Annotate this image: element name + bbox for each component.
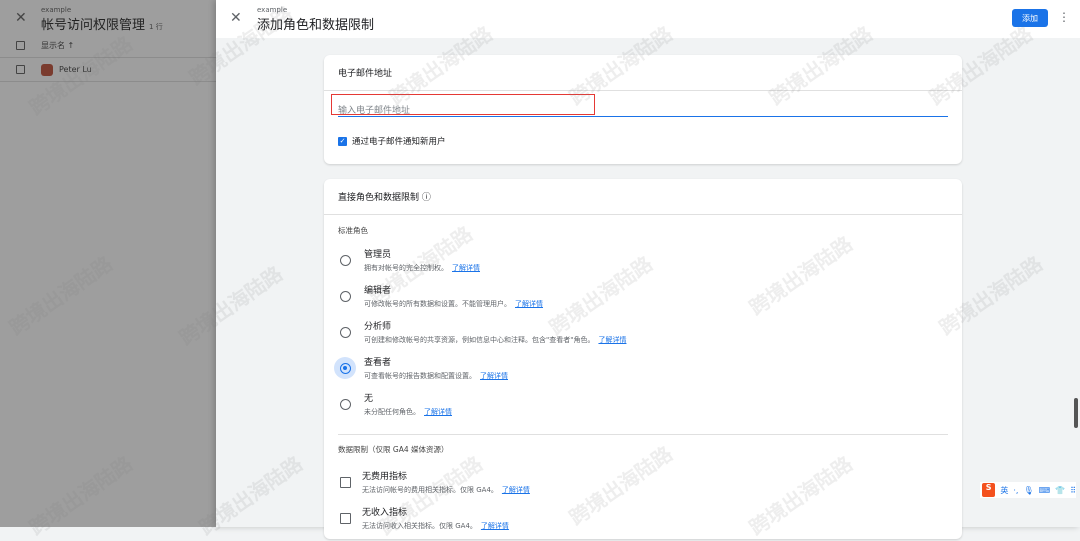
column-header-display-name[interactable]: 显示名 ↑ <box>41 40 74 51</box>
table-header: 显示名 ↑ <box>0 34 216 58</box>
notify-label: 通过电子邮件通知新用户 <box>352 137 446 147</box>
role-name: 查看者 <box>364 358 392 368</box>
sogou-logo: S <box>982 483 996 497</box>
role-desc: 可查看帐号的报告数据和配置设置。 <box>364 372 476 380</box>
learn-more-link[interactable]: 了解详情 <box>481 522 509 530</box>
learn-more-link[interactable]: 了解详情 <box>502 486 530 494</box>
role-desc: 拥有对帐号的完全控制权。 <box>364 264 448 272</box>
skin-icon[interactable]: 👕 <box>1055 486 1065 495</box>
role-desc: 未分配任何角色。 <box>364 408 420 416</box>
mic-icon[interactable]: 🎙 <box>1023 486 1033 495</box>
select-all-checkbox[interactable] <box>16 41 25 50</box>
restriction-option[interactable]: 无收入指标无法访问收入相关指标。仅限 GA4。 了解详情 <box>334 505 509 531</box>
scrollbar[interactable] <box>1074 398 1078 428</box>
panel-title: 帐号访问权限管理 1 行 <box>41 18 163 33</box>
panel-subtitle: example <box>41 6 72 14</box>
divider <box>338 434 948 435</box>
role-option[interactable]: 查看者可查看帐号的报告数据和配置设置。 了解详情 <box>334 355 508 381</box>
dialog-header: ✕ example 添加角色和数据限制 添加 ⋮ <box>216 0 1080 38</box>
row-checkbox[interactable] <box>16 65 25 74</box>
highlight-box <box>331 94 595 115</box>
learn-more-link[interactable]: 了解详情 <box>515 300 543 308</box>
notify-checkbox[interactable]: ✓ 通过电子邮件通知新用户 <box>338 135 446 147</box>
punct-icon[interactable]: ·, <box>1013 486 1018 495</box>
restriction-name: 无收入指标 <box>362 508 408 518</box>
restriction-desc: 无法访问帐号的费用相关指标。仅限 GA4。 <box>362 486 498 494</box>
role-option[interactable]: 管理员拥有对帐号的完全控制权。 了解详情 <box>334 247 480 273</box>
restriction-option[interactable]: 无费用指标无法访问帐号的费用相关指标。仅限 GA4。 了解详情 <box>334 469 530 495</box>
learn-more-link[interactable]: 了解详情 <box>480 372 508 380</box>
roles-card-title: 直接角色和数据限制 ⓘ <box>324 179 962 215</box>
radio-button[interactable] <box>334 321 356 343</box>
role-option[interactable]: 无未分配任何角色。 了解详情 <box>334 391 452 417</box>
ime-lang[interactable]: 英 <box>1000 485 1008 496</box>
radio-button[interactable] <box>334 285 356 307</box>
add-button[interactable]: 添加 <box>1012 9 1048 27</box>
radio-button[interactable] <box>334 393 356 415</box>
role-name: 无 <box>364 394 374 404</box>
checkbox[interactable] <box>340 476 351 488</box>
role-name: 编辑者 <box>364 286 392 296</box>
check-icon: ✓ <box>338 136 347 146</box>
radio-button[interactable] <box>334 249 356 271</box>
more-vert-icon[interactable]: ⋮ <box>1058 10 1070 24</box>
table-row[interactable]: Peter Lu <box>0 58 216 82</box>
close-icon[interactable]: ✕ <box>15 10 27 26</box>
standard-roles-label: 标准角色 <box>338 226 368 235</box>
role-option[interactable]: 分析师可创建和修改帐号的共享资源，例如信息中心和注释。包含"查看者"角色。 了解详… <box>334 319 626 345</box>
ime-toolbar[interactable]: S 英 ·, 🎙 ⌨ 👕 ⠿ <box>980 482 1076 498</box>
role-desc: 可修改帐号的所有数据和设置。不能管理用户。 <box>364 300 511 308</box>
email-card-title: 电子邮件地址 <box>324 55 962 91</box>
radio-button[interactable] <box>334 357 356 379</box>
restriction-desc: 无法访问收入相关指标。仅限 GA4。 <box>362 522 477 530</box>
roles-card: 直接角色和数据限制 ⓘ 标准角色 管理员 拥有对帐号的完全控制权。 了解详情 编辑者可… <box>324 179 962 539</box>
role-option[interactable]: 编辑者可修改帐号的所有数据和设置。不能管理用户。 了解详情 <box>334 283 543 309</box>
row-count: 1 行 <box>149 23 163 31</box>
role-name: 分析师 <box>364 322 392 332</box>
avatar <box>41 63 53 76</box>
email-card: 电子邮件地址 输入电子邮件地址 ✓ 通过电子邮件通知新用户 <box>324 55 962 164</box>
learn-more-link[interactable]: 了解详情 <box>424 408 452 416</box>
data-restrictions-label: 数据限制（仅限 GA4 媒体资源） <box>338 445 449 454</box>
learn-more-link[interactable]: 了解详情 <box>452 264 480 272</box>
role-desc: 可创建和修改帐号的共享资源，例如信息中心和注释。包含"查看者"角色。 <box>364 336 595 344</box>
grid-icon[interactable]: ⠿ <box>1070 486 1076 495</box>
close-icon[interactable]: ✕ <box>230 10 242 26</box>
add-roles-dialog: ✕ example 添加角色和数据限制 添加 ⋮ 电子邮件地址 输入电子邮件地址… <box>216 0 1080 539</box>
restriction-name: 无费用指标 <box>362 472 408 482</box>
keyboard-icon[interactable]: ⌨ <box>1039 486 1051 495</box>
dialog-title: 添加角色和数据限制 <box>257 18 375 33</box>
dialog-subtitle: example <box>257 6 288 14</box>
role-name: 管理员 <box>364 250 392 260</box>
checkbox[interactable] <box>340 512 351 524</box>
account-access-panel: ✕ example 帐号访问权限管理 1 行 显示名 ↑ Peter Lu <box>0 0 216 527</box>
user-name: Peter Lu <box>59 65 92 74</box>
learn-more-link[interactable]: 了解详情 <box>598 336 626 344</box>
